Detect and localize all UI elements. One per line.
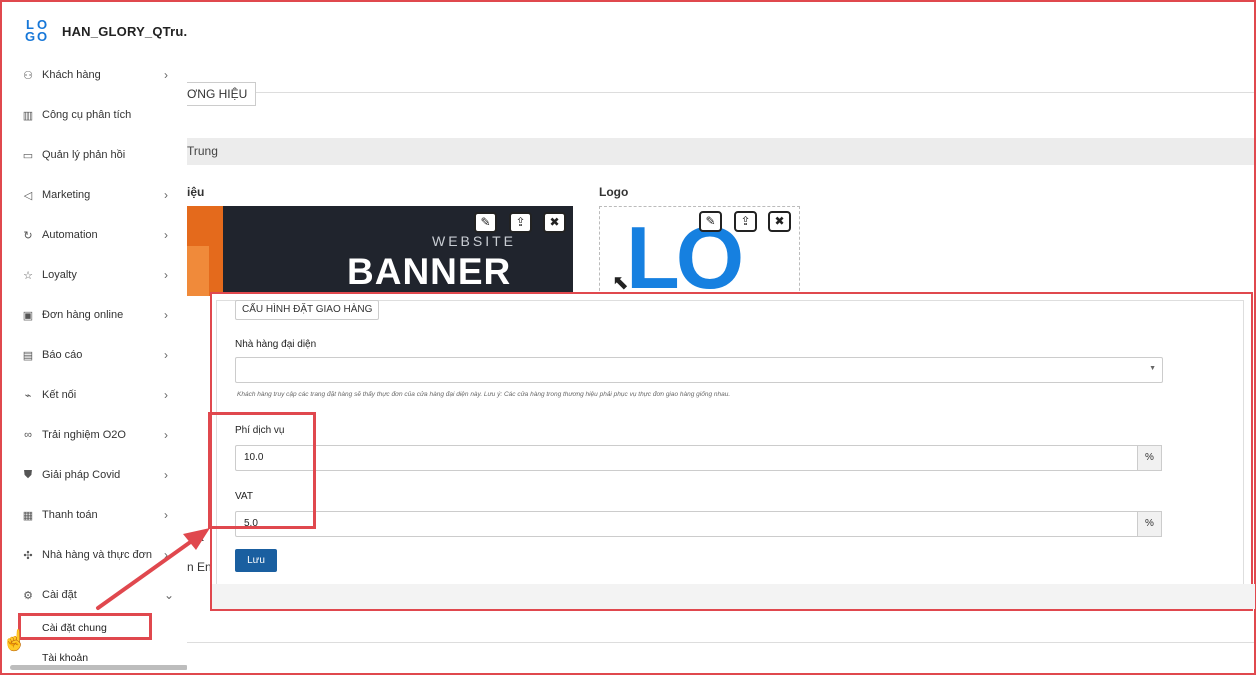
truck-icon: ▣ [22,309,34,322]
remove-banner-button[interactable]: ✖ [543,212,566,233]
representative-restaurant-label: Nhà hàng đại diện [235,339,317,350]
chevron-down-icon: ⌄ [164,588,175,602]
chevron-right-icon: › [164,348,168,362]
delivery-config-callout: CẤU HÌNH ĐẶT GIAO HÀNG Nhà hàng đại diện… [210,292,1255,611]
chevron-right-icon: › [164,468,168,482]
tab-divider [187,92,1254,93]
sidebar-item-settings[interactable]: ⚙ Cài đặt ⌄ [2,582,187,608]
brand-name: HAN_GLORY_QTru... [62,23,187,39]
chevron-right-icon: › [164,428,168,442]
section-title: Trung [187,138,1254,165]
pencil-icon: ✎ [705,214,716,228]
logo-preview: LO ✎ ⇪ ✖ [599,206,800,296]
banner-text-big: BANNER [347,251,512,292]
vat-percent: % [1138,511,1162,537]
sidebar-item-covid[interactable]: ⛊ Giải pháp Covid › [2,462,187,488]
divider [187,642,1254,643]
service-fee-percent: % [1138,445,1162,471]
chevron-right-icon: › [164,388,168,402]
pointer-cursor-icon: ⬉ [612,272,629,294]
caret-down-icon: ▼ [1149,365,1156,372]
chevron-right-icon: › [164,268,168,282]
logo-preview-text: LO [626,208,744,296]
megaphone-icon: ◁ [23,189,33,202]
partial-label: a [197,530,204,544]
save-button[interactable]: Lưu [235,549,277,572]
refresh-icon: ↻ [23,229,33,242]
banner-text-small: WEBSITE [432,233,517,249]
users-icon: ⚇ [23,69,33,82]
sidebar-item-customers[interactable]: ⚇ Khách hàng › [2,62,187,88]
food-icon: ✣ [23,549,33,562]
chevron-right-icon: › [164,508,168,522]
link-icon: ∞ [24,429,32,441]
sidebar-item-analytics[interactable]: ▥ Công cụ phân tích [2,102,187,128]
chevron-right-icon: › [164,548,168,562]
shield-icon: ⛊ [23,468,33,481]
edit-banner-button[interactable]: ✎ [474,212,497,233]
sidebar-item-reports[interactable]: ▤ Báo cáo › [2,342,187,368]
gear-icon: ⚙ [23,589,33,602]
tab-brand[interactable]: ƠNG HIỆU [187,82,257,106]
banner-label: iệu [187,185,205,199]
chevron-right-icon: › [164,188,168,202]
report-icon: ▤ [22,349,34,362]
partial-label: n En [187,560,212,574]
sidebar-item-loyalty[interactable]: ☆ Loyalty › [2,262,187,288]
banner-image: WEBSITE BANNER ✎ ⇪ ✖ [187,206,573,296]
chevron-right-icon: › [164,308,168,322]
banner-decoration [187,246,209,296]
highlight-general-settings [18,613,152,640]
chevron-right-icon: › [164,228,168,242]
sidebar-item-marketing[interactable]: ◁ Marketing › [2,182,187,208]
representative-restaurant-hint: Khách hàng truy cập các trang đặt hàng s… [237,391,731,398]
chart-icon: ▥ [22,109,34,122]
edit-logo-button[interactable]: ✎ [699,211,722,232]
close-icon: ✖ [774,214,785,228]
close-icon: ✖ [549,215,560,229]
sidebar-item-automation[interactable]: ↻ Automation › [2,222,187,248]
highlight-fee-vat [208,412,316,529]
wallet-icon: ▦ [22,509,34,522]
sidebar-item-o2o[interactable]: ∞ Trải nghiệm O2O › [2,422,187,448]
logo-label: Logo [599,185,629,199]
brand[interactable]: LOGO HAN_GLORY_QTru... [24,17,187,44]
upload-icon: ⇪ [515,215,526,229]
sidebar-item-online-orders[interactable]: ▣ Đơn hàng online › [2,302,187,328]
chevron-right-icon: › [164,68,168,82]
sidebar-subitem-account[interactable]: Tài khoản [42,652,88,664]
sidebar-item-payment[interactable]: ▦ Thanh toán › [2,502,187,528]
representative-restaurant-select[interactable]: ▼ [235,357,1163,383]
plug-icon: ⌁ [24,389,32,402]
upload-icon: ⇪ [740,214,751,228]
upload-logo-button[interactable]: ⇪ [734,211,757,232]
pencil-icon: ✎ [480,215,491,229]
delivery-config-title: CẤU HÌNH ĐẶT GIAO HÀNG [235,300,380,320]
service-fee-input[interactable]: 10.0 [235,445,1138,471]
star-icon: ☆ [23,269,33,282]
chat-icon: ▭ [22,149,34,162]
delivery-config-card: CẤU HÌNH ĐẶT GIAO HÀNG Nhà hàng đại diện… [216,300,1244,588]
sidebar-item-connect[interactable]: ⌁ Kết nối › [2,382,187,408]
brand-logo-icon: LOGO [24,17,48,44]
remove-logo-button[interactable]: ✖ [768,211,791,232]
callout-footer [212,584,1255,609]
sidebar-item-restaurants-menu[interactable]: ✣ Nhà hàng và thực đơn › [2,542,187,568]
sidebar-item-feedback[interactable]: ▭ Quản lý phản hồi [2,142,187,168]
hand-cursor-icon: ☝ [2,630,27,652]
vat-input[interactable]: 5.0 [235,511,1138,537]
sidebar: LOGO HAN_GLORY_QTru... ⚇ Khách hàng › ▥ … [2,2,187,673]
upload-banner-button[interactable]: ⇪ [509,212,532,233]
sidebar-scrollbar[interactable] [10,665,187,670]
